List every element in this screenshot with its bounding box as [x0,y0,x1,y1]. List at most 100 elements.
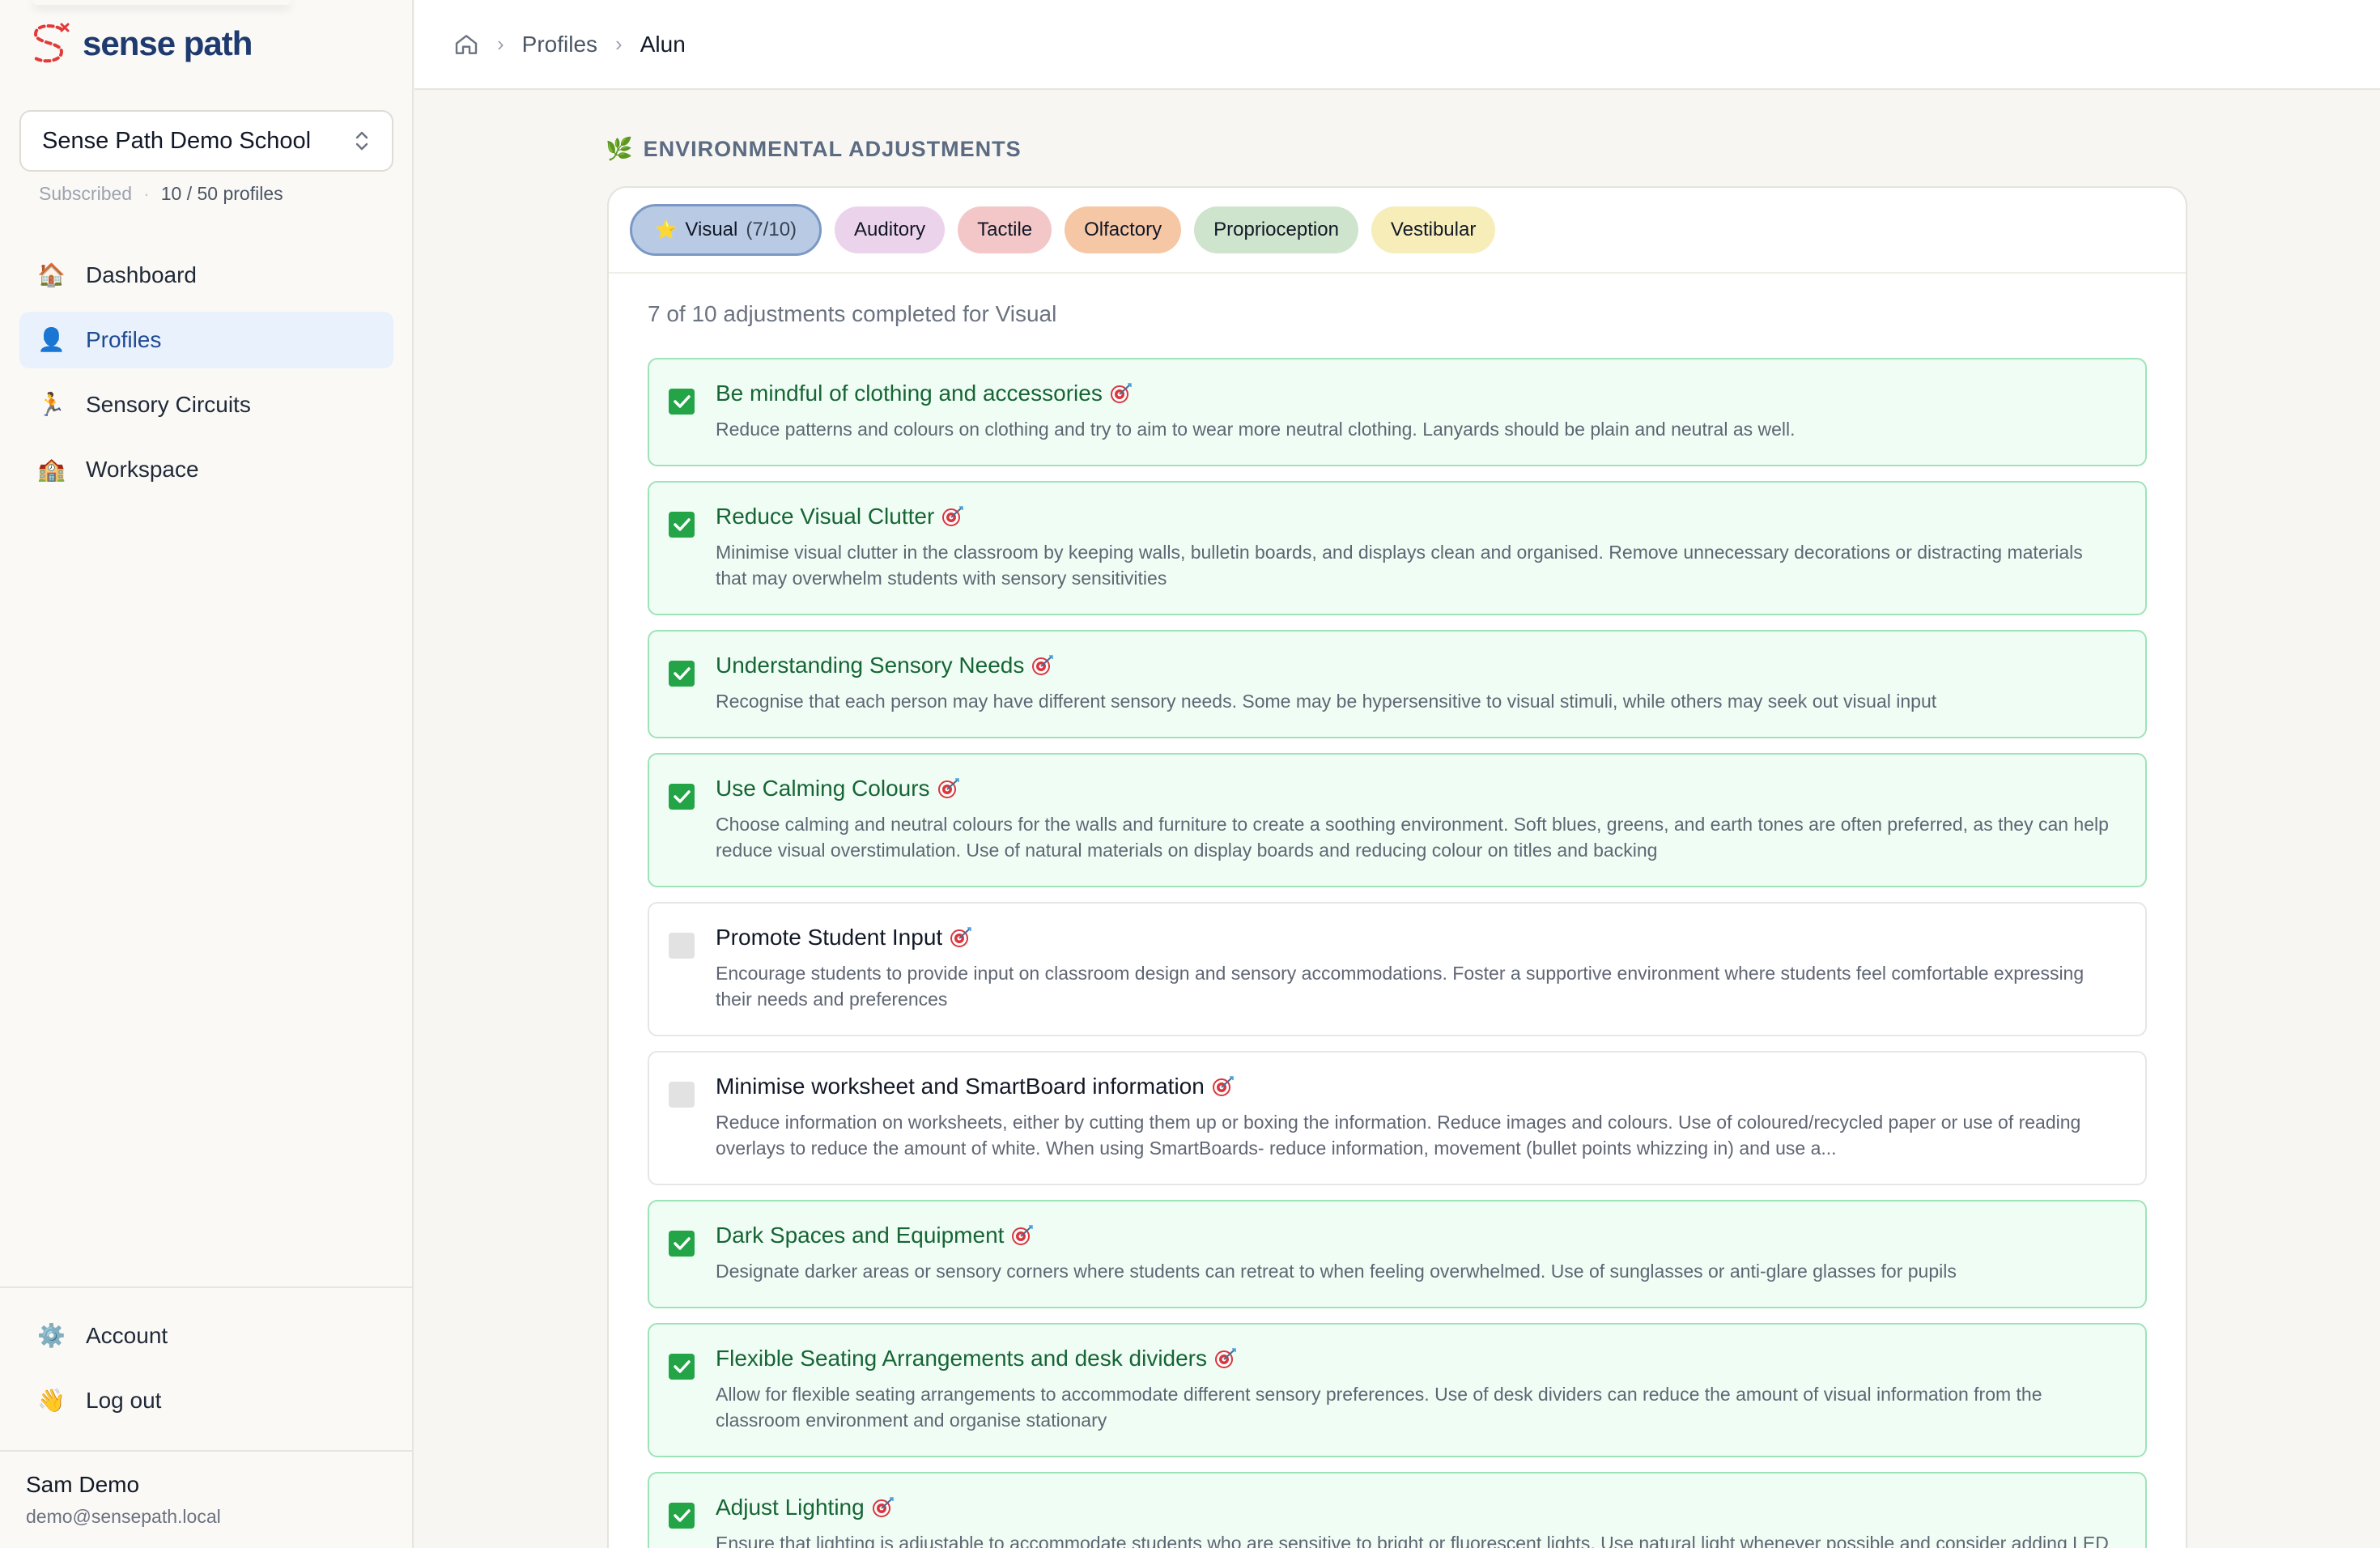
checkbox[interactable] [669,1082,695,1108]
checkbox[interactable] [669,1503,695,1529]
house-icon: 🏠 [37,262,66,287]
adjustment-item[interactable]: Use Calming Colours Choose calming and n… [648,753,2147,887]
adjustment-description: Recognise that each person may have diff… [716,691,1937,712]
nav-item-dashboard[interactable]: 🏠 Dashboard [19,247,393,304]
adjustment-title-text: Adjust Lighting [716,1495,865,1520]
target-icon [942,506,964,526]
target-icon [1032,655,1054,675]
nav-item-sensory-circuits[interactable]: 🏃 Sensory Circuits [19,376,393,433]
app-logo[interactable]: sense path [29,19,253,68]
target-icon [950,927,971,947]
adjustment-item[interactable]: Adjust Lighting Ensure that lighting is … [648,1472,2147,1548]
checkmark-icon [674,1509,691,1522]
running-person-icon: 🏃 [37,392,66,417]
tab-visual[interactable]: ⭐ Visual (7/10) [630,204,822,256]
checkmark-icon [674,790,691,803]
school-selector[interactable]: Sense Path Demo School [19,110,393,172]
school-name: Sense Path Demo School [42,127,312,154]
adjustment-item[interactable]: Promote Student Input Encourage students… [648,902,2147,1036]
target-icon [872,1497,894,1517]
adjustment-description: Encourage students to provide input on c… [716,963,2085,1010]
adjustment-item[interactable]: Flexible Seating Arrangements and desk d… [648,1323,2147,1457]
checkbox[interactable] [669,661,695,687]
tab-label: Vestibular [1390,219,1477,240]
herb-icon: 🌿 [606,137,634,161]
target-icon [937,778,959,798]
adjustment-title-text: Be mindful of clothing and accessories [716,381,1103,406]
checkmark-icon [674,667,691,680]
separator-dot: · [143,183,150,204]
chevron-right-icon: › [615,32,623,56]
adjustment-title-text: Dark Spaces and Equipment [716,1223,1005,1248]
nav-label: Log out [86,1388,162,1413]
checkmark-icon [674,1237,691,1250]
checkbox[interactable] [669,1354,695,1380]
adjustment-title: Dark Spaces and Equipment [716,1223,2113,1248]
adjustment-title: Promote Student Input [716,925,2113,950]
checkmark-icon [674,395,691,408]
adjustment-description: Choose calming and neutral colours for t… [716,814,2109,861]
tab-label: Tactile [977,219,1033,240]
adjustment-item[interactable]: Reduce Visual Clutter Minimise visual cl… [648,481,2147,615]
adjustment-title-text: Use Calming Colours [716,776,930,801]
adjustment-list: Be mindful of clothing and accessories R… [648,358,2147,1548]
subscription-info: Subscribed · 10 / 50 profiles [39,183,283,205]
adjustment-description: Reduce information on worksheets, either… [716,1112,2081,1159]
tab-count: (7/10) [746,219,797,240]
nav-label: Workspace [86,457,199,482]
nav-item-workspace[interactable]: 🏫 Workspace [19,441,393,498]
target-icon [1012,1225,1034,1245]
tab-olfactory[interactable]: Olfactory [1065,206,1182,253]
adjustment-item[interactable]: Understanding Sensory Needs Recognise th… [648,630,2147,738]
tab-tactile[interactable]: Tactile [958,206,1052,253]
school-building-icon: 🏫 [37,457,66,482]
adjustment-title-text: Promote Student Input [716,925,943,950]
checkmark-icon [674,518,691,531]
adjustment-title-text: Flexible Seating Arrangements and desk d… [716,1346,1208,1371]
adjustment-item[interactable]: Be mindful of clothing and accessories R… [648,358,2147,466]
breadcrumb: › Profiles › Alun [453,32,686,57]
divider [0,1286,414,1288]
checkmark-icon [674,1360,691,1373]
chevron-up-down-icon [355,131,368,151]
adjustment-description: Allow for flexible seating arrangements … [716,1384,2042,1431]
profile-count: 10 / 50 profiles [160,183,283,204]
checkbox[interactable] [669,389,695,415]
adjustment-title: Reduce Visual Clutter [716,504,2113,529]
tab-auditory[interactable]: Auditory [835,206,946,253]
home-icon[interactable] [453,32,479,57]
nav-item-account[interactable]: ⚙️ Account [19,1308,393,1364]
user-card[interactable]: Sam Demo demo@sensepath.local [26,1472,221,1528]
gear-icon: ⚙️ [37,1323,66,1348]
nav-item-profiles[interactable]: 👤 Profiles [19,312,393,368]
checkbox[interactable] [669,784,695,810]
adjustment-title-text: Understanding Sensory Needs [716,653,1025,678]
tab-label: Olfactory [1084,219,1162,240]
main-nav: 🏠 Dashboard 👤 Profiles 🏃 Sensory Circuit… [19,247,393,506]
section-title-text: ENVIRONMENTAL ADJUSTMENTS [643,136,1022,161]
adjustment-title: Flexible Seating Arrangements and desk d… [716,1346,2113,1372]
adjustment-title: Be mindful of clothing and accessories [716,381,2113,406]
checkbox[interactable] [669,512,695,538]
nav-label: Dashboard [86,262,197,287]
checkbox[interactable] [669,1231,695,1257]
adjustment-title: Use Calming Colours [716,776,2113,802]
section-title: 🌿 ENVIRONMENTAL ADJUSTMENTS [606,136,1022,162]
person-icon: 👤 [37,327,66,352]
adjustment-title: Adjust Lighting [716,1495,2113,1520]
adjustments-card: ⭐ Visual (7/10) Auditory Tactile Olfacto… [607,186,2187,1548]
nav-item-log-out[interactable]: 👋 Log out [19,1372,393,1429]
nav-label: Sensory Circuits [86,392,251,417]
waving-hand-icon: 👋 [37,1388,66,1413]
tab-vestibular[interactable]: Vestibular [1371,206,1496,253]
adjustment-description: Reduce patterns and colours on clothing … [716,419,1796,440]
adjustment-item[interactable]: Dark Spaces and Equipment Designate dark… [648,1200,2147,1308]
adjustment-title-text: Reduce Visual Clutter [716,504,935,529]
nav-label: Profiles [86,327,162,352]
checkbox[interactable] [669,933,695,959]
adjustment-item[interactable]: Minimise worksheet and SmartBoard inform… [648,1051,2147,1185]
breadcrumb-profiles[interactable]: Profiles [522,32,597,57]
progress-summary: 7 of 10 adjustments completed for Visual [648,301,1057,326]
tab-proprioception[interactable]: Proprioception [1194,206,1358,253]
target-icon [1212,1076,1234,1096]
